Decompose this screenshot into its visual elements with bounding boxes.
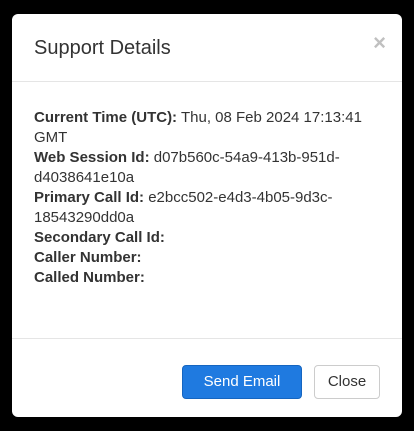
close-icon[interactable]: × xyxy=(373,32,386,54)
primary-call-row: Primary Call Id: e2bcc502-e4d3-4b05-9d3c… xyxy=(34,188,380,228)
current-time-row: Current Time (UTC): Thu, 08 Feb 2024 17:… xyxy=(34,108,380,148)
close-button[interactable]: Close xyxy=(314,365,380,399)
called-number-row: Called Number: xyxy=(34,268,380,288)
secondary-call-row: Secondary Call Id: xyxy=(34,228,380,248)
primary-call-label: Primary Call Id: xyxy=(34,189,145,206)
dialog-title: Support Details xyxy=(34,37,171,59)
web-session-label: Web Session Id: xyxy=(34,149,150,166)
send-email-button[interactable]: Send Email xyxy=(182,365,302,399)
dialog-footer: Send Email Close xyxy=(12,338,402,417)
called-number-label: Called Number: xyxy=(34,269,145,286)
dialog-body: Current Time (UTC): Thu, 08 Feb 2024 17:… xyxy=(34,108,380,288)
secondary-call-label: Secondary Call Id: xyxy=(34,229,165,246)
support-details-dialog: Support Details × Current Time (UTC): Th… xyxy=(12,14,402,417)
caller-number-row: Caller Number: xyxy=(34,248,380,268)
dialog-header: Support Details × xyxy=(12,14,402,82)
web-session-row: Web Session Id: d07b560c-54a9-413b-951d-… xyxy=(34,148,380,188)
current-time-label: Current Time (UTC): xyxy=(34,109,178,126)
caller-number-label: Caller Number: xyxy=(34,249,142,266)
